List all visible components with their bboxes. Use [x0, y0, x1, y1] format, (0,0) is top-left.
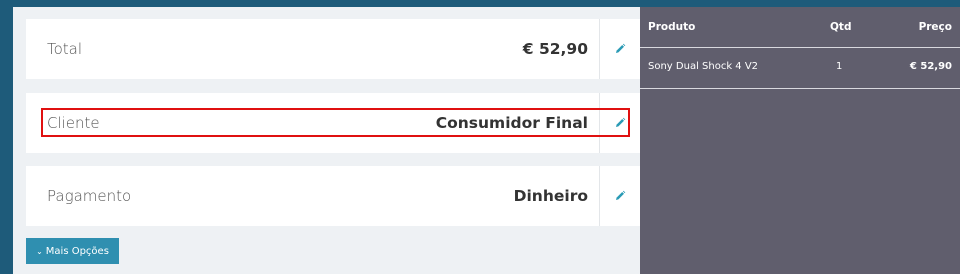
row-product: Sony Dual Shock 4 V2 — [648, 61, 759, 72]
pencil-icon — [616, 43, 626, 53]
product-column-header: Produto — [648, 21, 696, 33]
pagamento-label: Pagamento — [47, 187, 132, 205]
cart-panel: Produto Qtd Preço Sony Dual Shock 4 V2 1… — [640, 7, 960, 274]
row-divider — [640, 88, 960, 89]
qty-column-header: Qtd — [830, 21, 852, 33]
more-options-label: Mais Opções — [45, 245, 109, 257]
chevron-down-icon: ⌄ — [36, 246, 43, 256]
total-value: € 52,90 — [522, 40, 588, 58]
pagamento-value: Dinheiro — [513, 187, 588, 205]
edit-pagamento-button[interactable] — [599, 166, 640, 226]
row-qty: 1 — [836, 61, 843, 72]
total-row: Total € 52,90 — [26, 19, 640, 79]
total-label: Total — [47, 40, 83, 58]
row-price: € 52,90 — [909, 61, 952, 72]
more-options-button[interactable]: ⌄ Mais Opções — [26, 238, 119, 264]
checkout-summary-panel: Total € 52,90 Cliente Consumidor Final P… — [13, 7, 640, 274]
cliente-label: Cliente — [47, 114, 100, 132]
cliente-row: Cliente Consumidor Final — [26, 93, 640, 153]
edit-total-button[interactable] — [599, 19, 640, 79]
pencil-icon — [616, 117, 626, 127]
edit-cliente-button[interactable] — [599, 93, 640, 153]
cliente-value: Consumidor Final — [435, 114, 588, 132]
pagamento-row: Pagamento Dinheiro — [26, 166, 640, 226]
price-column-header: Preço — [918, 21, 952, 33]
pencil-icon — [616, 190, 626, 200]
